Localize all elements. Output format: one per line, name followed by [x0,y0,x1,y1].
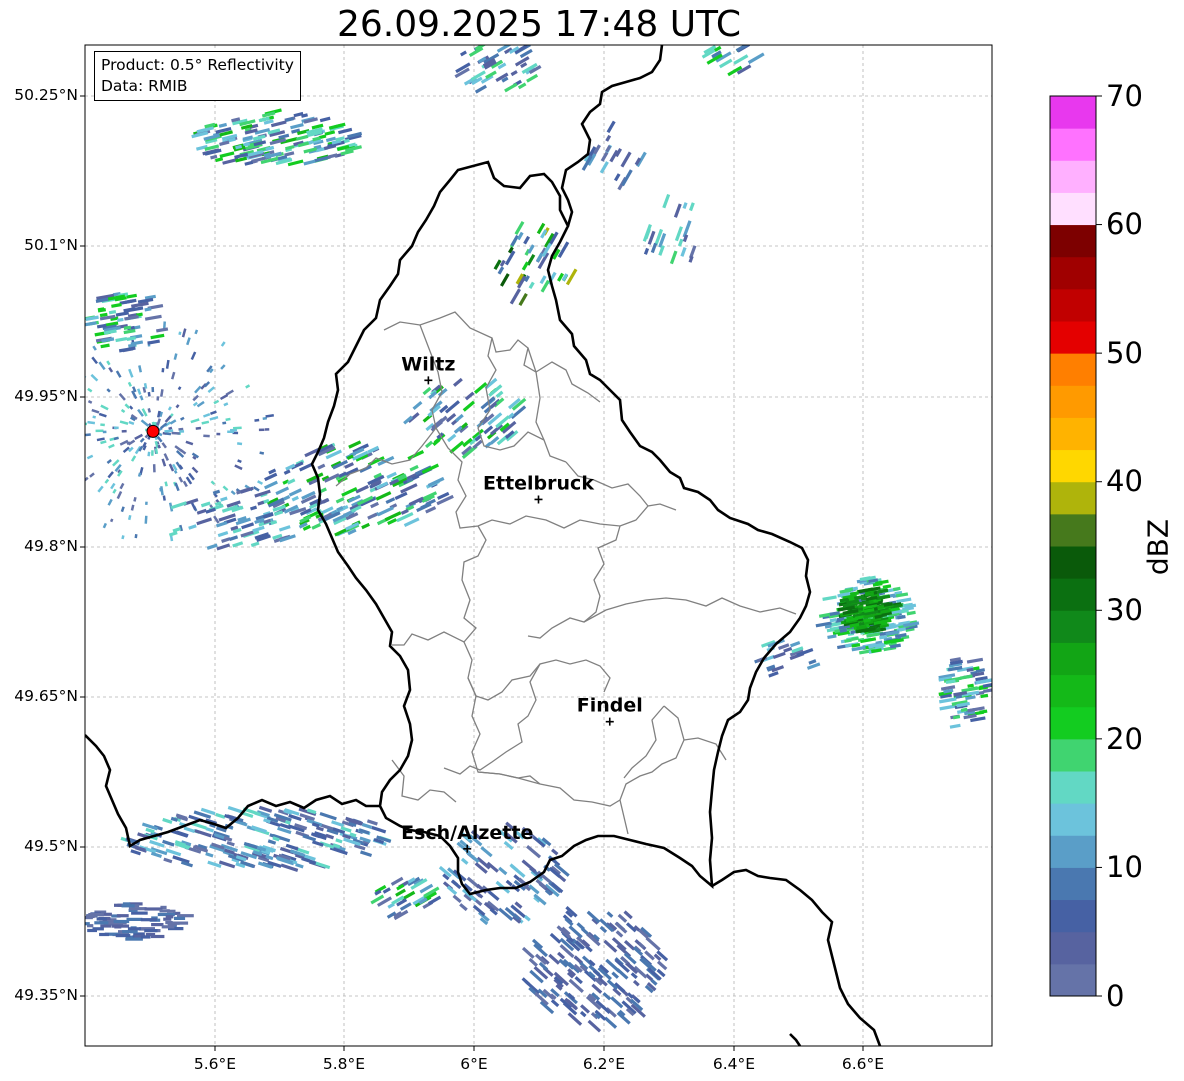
y-tick-label: 49.5°N [24,837,78,855]
colorbar-segment [1050,321,1096,354]
colorbar-segment [1050,353,1096,386]
x-tick-label: 6°E [460,1055,488,1073]
colorbar-tick-label: 10 [1106,850,1143,884]
colorbar-segment [1050,481,1096,515]
colorbar-segment [1050,963,1096,997]
colorbar-segment [1050,931,1096,965]
colorbar-tick-label: 60 [1106,207,1143,241]
city-marker [534,495,543,504]
colorbar-segment [1050,578,1096,611]
colorbar-segment [1050,642,1096,676]
colorbar-tick-label: 30 [1106,593,1143,627]
city-label: Wiltz [401,353,455,375]
colorbar-segment [1050,513,1096,547]
colorbar-segment [1050,546,1096,579]
colorbar-segment [1050,288,1096,322]
colorbar-segment [1050,256,1096,290]
colorbar-label: dBZ [1141,518,1175,576]
colorbar-segment [1050,96,1096,129]
x-tick-label: 6.4°E [712,1055,756,1073]
colorbar-tick-label: 50 [1106,336,1143,370]
radar-echoes [85,45,992,1033]
colorbar-segment [1050,192,1096,226]
colorbar-segment [1050,385,1096,418]
radar-map: Wiltz Ettelbruck Findel Esch/Alzette [80,44,1102,1051]
y-tick-label: 49.95°N [14,387,78,405]
product-info-box: Product: 0.5° Reflectivity Data: RMIB [94,51,301,101]
city-label: Esch/Alzette [401,822,533,844]
y-tick-label: 50.1°N [24,236,78,254]
luxembourg-border [310,160,812,896]
colorbar-segment [1050,771,1096,804]
x-tick-label: 5.8°E [322,1055,366,1073]
city-label: Findel [577,695,643,717]
colorbar-segment [1050,738,1096,772]
data-source-label: Data: RMIB [101,77,188,95]
canton-borders [335,311,797,835]
colorbar-segment [1050,610,1096,643]
colorbar-segment [1050,128,1096,161]
colorbar-tick-label: 0 [1106,979,1125,1013]
colorbar [1049,95,1102,997]
colorbar-tick-label: 20 [1106,722,1143,756]
city-marker [424,376,433,385]
colorbar-segment [1050,417,1096,451]
x-tick-label: 5.6°E [193,1055,237,1073]
colorbar-segment [1050,899,1096,933]
colorbar-segment [1050,835,1096,868]
colorbar-segment [1050,867,1096,901]
city-label: Ettelbruck [483,472,594,494]
colorbar-tick-label: 70 [1106,79,1143,113]
radar-site-marker [146,424,160,438]
x-tick-label: 6.6°E [841,1055,885,1073]
y-tick-label: 49.65°N [14,687,78,705]
y-tick-label: 49.35°N [14,986,78,1004]
colorbar-segment [1050,160,1096,193]
y-tick-label: 50.25°N [14,86,78,104]
germany-border [560,45,882,1046]
y-tick-label: 49.8°N [24,537,78,555]
x-tick-label: 6.2°E [582,1055,626,1073]
colorbar-segment [1050,224,1096,258]
product-label: Product: 0.5° Reflectivity [101,56,294,74]
plot-frame [84,44,993,1047]
axis-ticks [80,95,864,1051]
colorbar-segment [1050,706,1096,740]
colorbar-tick-label: 40 [1106,464,1143,498]
colorbar-segment [1050,449,1096,483]
city-marker [605,717,614,726]
map-grid [85,45,992,1046]
colorbar-segment [1050,803,1096,836]
colorbar-segment [1050,674,1096,708]
